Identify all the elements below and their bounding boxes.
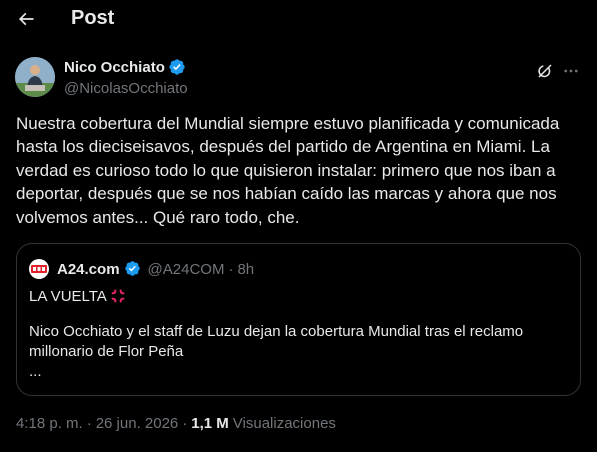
- separator-dot: ·: [86, 415, 92, 432]
- separator-dot: ·: [228, 260, 234, 278]
- post-author: Nico Occhiato @NicolasOcchiato: [0, 52, 597, 102]
- quoted-post[interactable]: A24.com @A24COM · 8h LA VUELTA Nico Occh…: [16, 243, 581, 396]
- quote-body: Nico Occhiato y el staff de Luzu dejan l…: [29, 323, 524, 380]
- quote-headline-text: LA VUELTA: [29, 287, 107, 305]
- post-date[interactable]: 26 jun. 2026: [96, 415, 179, 432]
- verified-badge-icon: [124, 260, 142, 278]
- name-line: Nico Occhiato: [64, 58, 186, 76]
- quote-headline: LA VUELTA: [29, 287, 127, 305]
- arrow-left-icon: [18, 12, 34, 26]
- more-horizontal-icon: [564, 69, 578, 73]
- quote-avatar: [29, 259, 49, 279]
- quote-time: 8h: [237, 260, 255, 278]
- separator-dot: ·: [182, 415, 188, 432]
- back-button[interactable]: [10, 5, 42, 33]
- top-bar: Post: [0, 0, 597, 40]
- verified-badge-icon: [168, 58, 186, 76]
- user-handle[interactable]: @NicolasOcchiato: [64, 80, 188, 97]
- avatar-image: [15, 57, 55, 97]
- views-label: Visualizaciones: [232, 415, 336, 432]
- grok-button[interactable]: [534, 60, 556, 82]
- page-title: Post: [71, 7, 115, 29]
- more-options-button[interactable]: [560, 60, 582, 82]
- post-meta: 4:18 p. m. · 26 jun. 2026 · 1,1 M Visual…: [16, 415, 336, 432]
- anger-icon: [111, 289, 125, 303]
- post-text: Nuestra cobertura del Mundial siempre es…: [16, 114, 560, 227]
- quote-handle: @A24COM: [147, 260, 225, 278]
- display-name[interactable]: Nico Occhiato: [64, 59, 165, 76]
- quote-display-name: A24.com: [57, 260, 120, 278]
- a24-logo-icon: [31, 265, 47, 273]
- views-count: 1,1 M: [191, 415, 229, 432]
- avatar[interactable]: [15, 57, 55, 97]
- post-time[interactable]: 4:18 p. m.: [16, 415, 83, 432]
- grok-icon: [538, 64, 552, 78]
- quote-header: A24.com @A24COM · 8h: [29, 259, 254, 279]
